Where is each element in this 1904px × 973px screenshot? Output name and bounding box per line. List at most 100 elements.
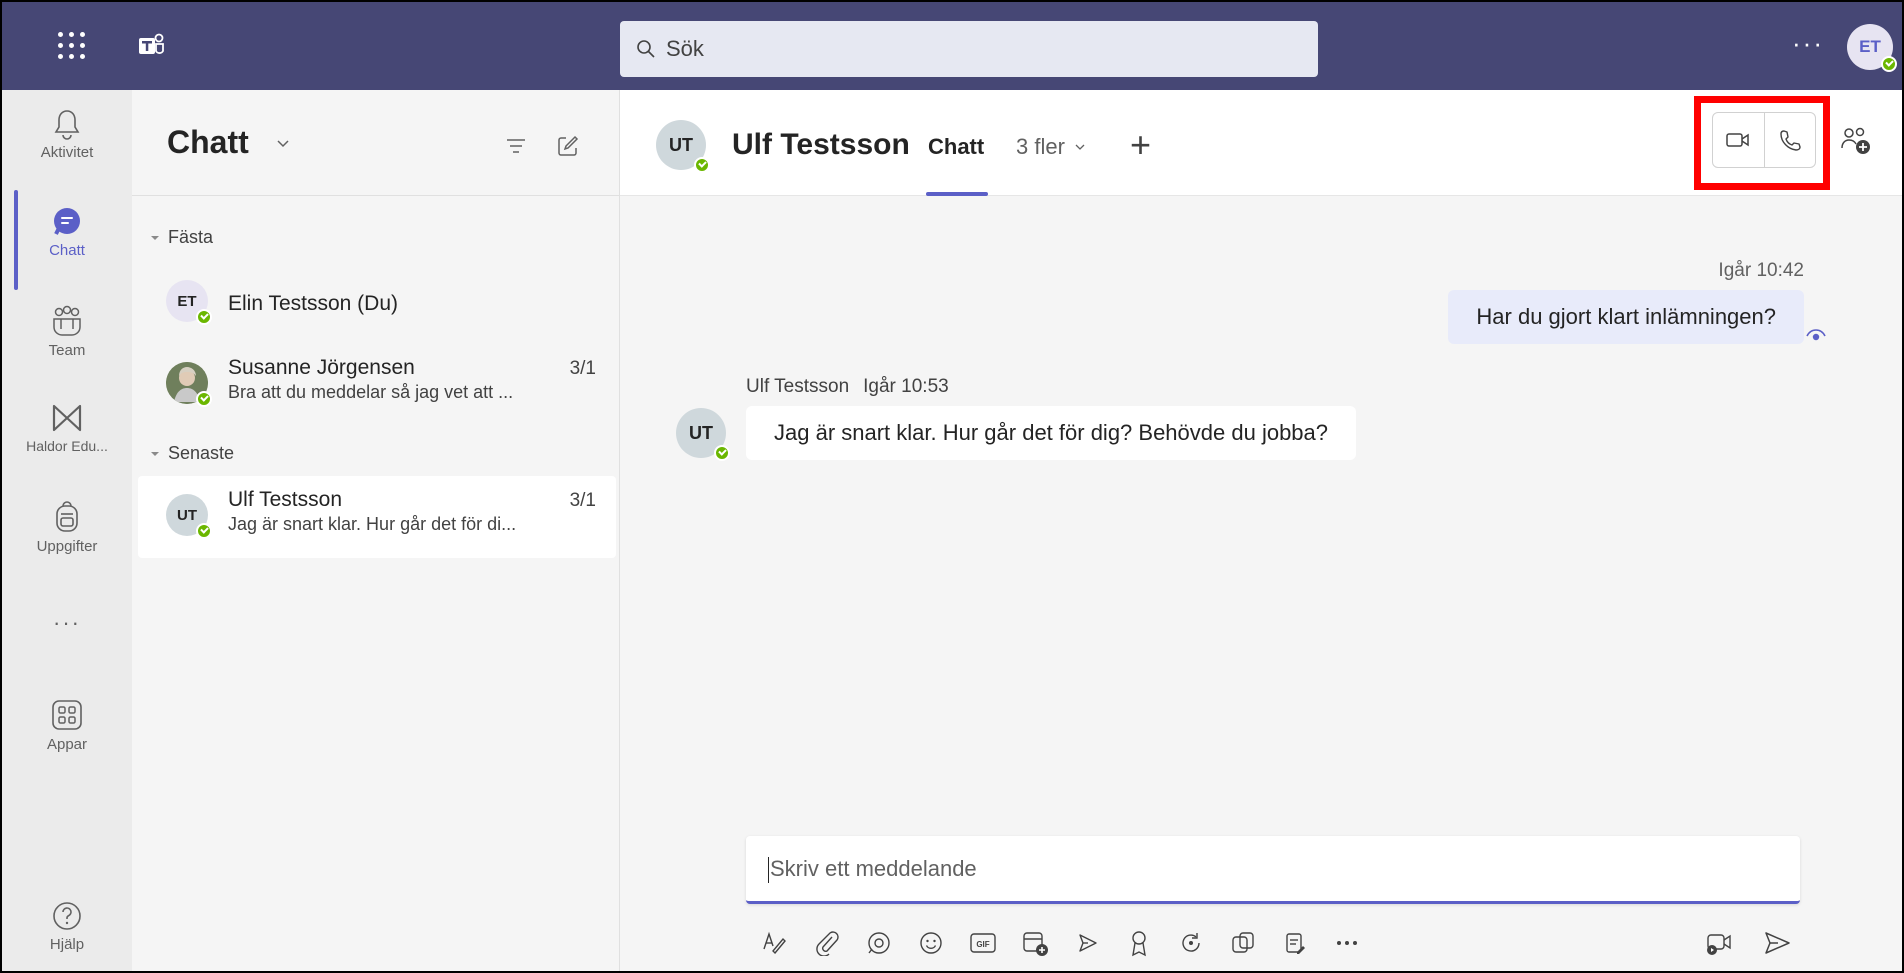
avatar[interactable]: UT [656, 120, 710, 173]
rail-label: Team [48, 342, 86, 359]
format-button[interactable] [758, 926, 792, 960]
loop-button[interactable] [862, 926, 896, 960]
avatar: ET [166, 280, 212, 325]
top-bar: Sök ··· ET [2, 2, 1902, 90]
list-item[interactable]: Susanne Jörgensen 3/1 Bra att du meddela… [138, 344, 616, 426]
rail-label: Haldor Edu... [26, 438, 108, 454]
teams-window: Sök ··· ET Aktivitet Chatt Team Haldor E… [0, 0, 1904, 973]
avatar[interactable]: UT [676, 408, 730, 461]
list-item-selected[interactable]: UT Ulf Testsson 3/1 Jag är snart klar. H… [138, 476, 616, 558]
message-timestamp: Igår 10:53 [863, 376, 949, 397]
message-input-placeholder: Skriv ett meddelande [770, 856, 977, 881]
chat-name: Elin Testsson (Du) [228, 292, 399, 315]
avatar: UT [166, 494, 212, 539]
presence-available-icon [196, 309, 212, 325]
clipboard-icon [1286, 933, 1305, 954]
section-label: Fästa [168, 227, 214, 247]
sticker-button[interactable] [1018, 926, 1052, 960]
search-input[interactable]: Sök [620, 21, 1318, 77]
attach-button[interactable] [810, 926, 844, 960]
video-call-button[interactable] [1713, 113, 1765, 167]
send-actions [1702, 926, 1794, 960]
rail-item-help[interactable]: Hjälp [2, 900, 132, 953]
new-chat-icon[interactable] [556, 134, 580, 158]
rail-item-chat[interactable]: Chatt [2, 206, 132, 259]
video-clip-button[interactable] [1702, 926, 1736, 960]
rail-item-activity[interactable]: Aktivitet [2, 108, 132, 161]
received-message-bubble[interactable]: Jag är snart klar. Hur går det för dig? … [746, 406, 1357, 460]
composer-toolbar: GIF [758, 926, 1364, 960]
chat-list-pane: Chatt Fästa ET Elin Testsson (Du) Susann… [132, 90, 620, 971]
send-icon [1765, 932, 1790, 954]
svg-text:GIF: GIF [976, 940, 989, 949]
caret-down-icon [151, 451, 159, 456]
phone-icon [1780, 130, 1801, 151]
avatar [166, 362, 212, 407]
audio-call-button[interactable] [1765, 113, 1816, 167]
app-launcher-icon[interactable] [58, 32, 86, 60]
more-icon [1337, 941, 1357, 945]
rail-label: Chatt [49, 242, 85, 259]
video-camera-icon [1726, 133, 1749, 147]
teams-logo-icon [137, 32, 167, 60]
presence-available-icon [694, 157, 710, 173]
send-arrow-outline-icon [1079, 934, 1097, 952]
gif-button[interactable]: GIF [966, 926, 1000, 960]
presence-available-icon [196, 391, 212, 407]
chat-name: Ulf Testsson [228, 488, 342, 511]
section-pinned[interactable]: Fästa [150, 227, 213, 248]
rail-item-team[interactable]: Team [2, 304, 132, 359]
presence-available-icon [714, 445, 730, 461]
chevron-down-icon[interactable] [274, 134, 292, 152]
haldor-icon [52, 404, 82, 432]
chat-list-header: Chatt [132, 90, 620, 196]
filter-icon[interactable] [504, 134, 528, 158]
tab-chat[interactable]: Chatt [928, 134, 984, 160]
help-icon [53, 902, 81, 930]
call-buttons-group [1712, 112, 1816, 168]
emoji-button[interactable] [914, 926, 948, 960]
more-tabs-dropdown[interactable]: 3 fler [1016, 134, 1087, 160]
updates-button[interactable] [1174, 926, 1208, 960]
apps-icon [52, 700, 82, 730]
more-options-button[interactable] [1330, 926, 1364, 960]
rail-label: Appar [46, 736, 88, 753]
user-initials: ET [1859, 37, 1881, 56]
rail-item-haldor[interactable]: Haldor Edu... [2, 402, 132, 454]
chat-date: 3/1 [569, 490, 596, 511]
tab-active-indicator [926, 192, 988, 196]
message-sender: Ulf Testsson [746, 376, 850, 397]
assignments-button[interactable] [1278, 926, 1312, 960]
section-recent[interactable]: Senaste [150, 443, 234, 464]
rail-label: Aktivitet [40, 144, 94, 161]
send-button[interactable] [1760, 926, 1794, 960]
presence-available-icon [1881, 56, 1897, 72]
list-item[interactable]: ET Elin Testsson (Du) [138, 262, 616, 344]
video-clip-icon [1707, 934, 1731, 955]
schedule-meeting-button[interactable] [1070, 926, 1104, 960]
praise-button[interactable] [1122, 926, 1156, 960]
sticker-icon [1023, 932, 1048, 956]
presence-available-icon [196, 523, 212, 539]
chat-date: 3/1 [569, 358, 596, 379]
forms-button[interactable] [1226, 926, 1260, 960]
message-input[interactable]: Skriv ett meddelande [746, 836, 1800, 904]
team-icon [53, 305, 81, 336]
forms-icon [1232, 932, 1254, 953]
add-people-button[interactable] [1840, 126, 1872, 161]
rail-more-button[interactable]: ··· [2, 610, 132, 636]
sent-message-bubble[interactable]: Har du gjort klart inlämningen? [1448, 290, 1804, 344]
message-timestamp: Igår 10:42 [1718, 260, 1804, 281]
rail-item-assignments[interactable]: Uppgifter [2, 500, 132, 555]
rail-item-apps[interactable]: Appar [2, 698, 132, 753]
bell-icon [54, 110, 80, 140]
add-tab-button[interactable]: + [1130, 124, 1151, 166]
search-placeholder: Sök [666, 36, 704, 61]
chat-name: Susanne Jörgensen [228, 356, 415, 379]
paperclip-icon [816, 931, 839, 956]
chat-list-title[interactable]: Chatt [167, 124, 249, 161]
message-meta: Ulf Testsson Igår 10:53 [746, 376, 949, 398]
user-avatar[interactable]: ET [1847, 24, 1897, 72]
settings-more-button[interactable]: ··· [1792, 28, 1824, 59]
more-tabs-label: 3 fler [1016, 134, 1065, 159]
